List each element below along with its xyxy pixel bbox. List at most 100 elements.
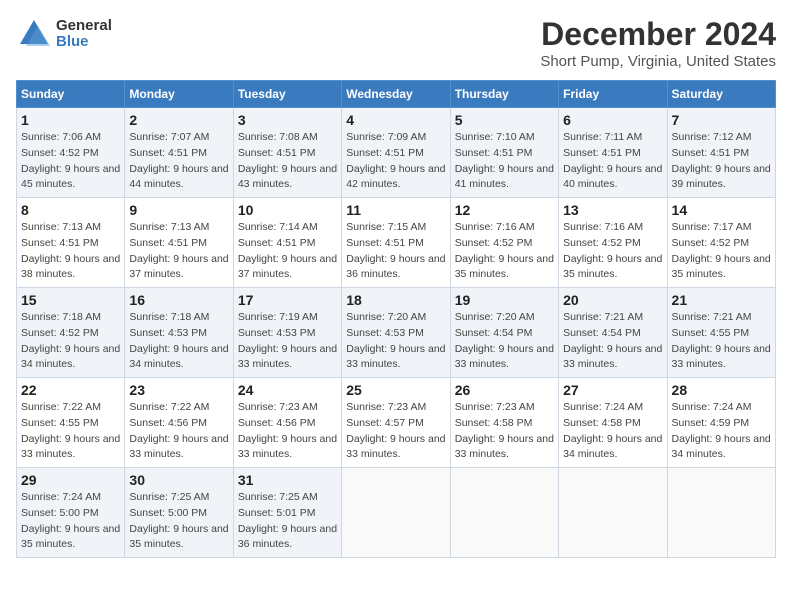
day-number: 31 <box>238 472 337 488</box>
day-number: 2 <box>129 112 228 128</box>
calendar-cell: 12Sunrise: 7:16 AMSunset: 4:52 PMDayligh… <box>450 198 558 288</box>
day-detail: Sunrise: 7:25 AMSunset: 5:00 PMDaylight:… <box>129 490 228 553</box>
day-number: 20 <box>563 292 662 308</box>
calendar-cell: 21Sunrise: 7:21 AMSunset: 4:55 PMDayligh… <box>667 288 775 378</box>
calendar-cell: 27 Sunrise: 7:24 AMSunset: 4:58 PMDayligh… <box>559 378 667 468</box>
day-header-friday: Friday <box>559 81 667 108</box>
calendar-cell: 14 Sunrise: 7:17 AMSunset: 4:52 PMDayligh… <box>667 198 775 288</box>
day-number: 11 <box>346 202 445 218</box>
logo: General Blue <box>16 16 112 52</box>
week-row-4: 22 Sunrise: 7:22 AMSunset: 4:55 PMDayligh… <box>17 378 776 468</box>
title-area: December 2024 Short Pump, Virginia, Unit… <box>540 16 776 70</box>
day-number: 26 <box>455 382 554 398</box>
week-row-5: 29Sunrise: 7:24 AMSunset: 5:00 PMDayligh… <box>17 468 776 558</box>
day-detail: Sunrise: 7:12 AMSunset: 4:51 PMDaylight:… <box>672 130 771 193</box>
calendar-cell: 28 Sunrise: 7:24 AMSunset: 4:59 PMDayligh… <box>667 378 775 468</box>
day-detail: Sunrise: 7:15 AMSunset: 4:51 PMDaylight:… <box>346 220 445 283</box>
calendar-cell: 4 Sunrise: 7:09 AMSunset: 4:51 PMDaylight… <box>342 108 450 198</box>
calendar-cell <box>559 468 667 558</box>
day-detail: Sunrise: 7:22 AMSunset: 4:56 PMDaylight:… <box>129 400 228 463</box>
day-number: 19 <box>455 292 554 308</box>
day-number: 30 <box>129 472 228 488</box>
calendar-cell: 6 Sunrise: 7:11 AMSunset: 4:51 PMDaylight… <box>559 108 667 198</box>
day-detail: Sunrise: 7:20 AMSunset: 4:53 PMDaylight:… <box>346 310 445 373</box>
day-detail: Sunrise: 7:21 AMSunset: 4:54 PMDaylight:… <box>563 310 662 373</box>
day-header-sunday: Sunday <box>17 81 125 108</box>
day-detail: Sunrise: 7:20 AMSunset: 4:54 PMDaylight:… <box>455 310 554 373</box>
day-detail: Sunrise: 7:24 AMSunset: 4:58 PMDaylight:… <box>563 400 662 463</box>
calendar-table: SundayMondayTuesdayWednesdayThursdayFrid… <box>16 80 776 558</box>
calendar-cell: 15Sunrise: 7:18 AMSunset: 4:52 PMDayligh… <box>17 288 125 378</box>
day-detail: Sunrise: 7:13 AMSunset: 4:51 PMDaylight:… <box>21 220 120 283</box>
day-number: 1 <box>21 112 120 128</box>
day-number: 6 <box>563 112 662 128</box>
calendar-cell: 11 Sunrise: 7:15 AMSunset: 4:51 PMDayligh… <box>342 198 450 288</box>
calendar-cell: 18 Sunrise: 7:20 AMSunset: 4:53 PMDayligh… <box>342 288 450 378</box>
logo-blue: Blue <box>56 34 112 51</box>
day-detail: Sunrise: 7:22 AMSunset: 4:55 PMDaylight:… <box>21 400 120 463</box>
day-number: 3 <box>238 112 337 128</box>
day-number: 4 <box>346 112 445 128</box>
week-row-3: 15Sunrise: 7:18 AMSunset: 4:52 PMDayligh… <box>17 288 776 378</box>
logo-general: General <box>56 18 112 35</box>
day-number: 14 <box>672 202 771 218</box>
day-detail: Sunrise: 7:17 AMSunset: 4:52 PMDaylight:… <box>672 220 771 283</box>
calendar-cell: 8 Sunrise: 7:13 AMSunset: 4:51 PMDaylight… <box>17 198 125 288</box>
calendar-cell: 29Sunrise: 7:24 AMSunset: 5:00 PMDayligh… <box>17 468 125 558</box>
calendar-cell: 1 Sunrise: 7:06 AMSunset: 4:52 PMDaylight… <box>17 108 125 198</box>
day-detail: Sunrise: 7:21 AMSunset: 4:55 PMDaylight:… <box>672 310 771 373</box>
logo-icon <box>16 16 52 52</box>
day-number: 22 <box>21 382 120 398</box>
day-detail: Sunrise: 7:14 AMSunset: 4:51 PMDaylight:… <box>238 220 337 283</box>
day-detail: Sunrise: 7:08 AMSunset: 4:51 PMDaylight:… <box>238 130 337 193</box>
day-detail: Sunrise: 7:24 AMSunset: 4:59 PMDaylight:… <box>672 400 771 463</box>
calendar-cell: 30 Sunrise: 7:25 AMSunset: 5:00 PMDayligh… <box>125 468 233 558</box>
subtitle: Short Pump, Virginia, United States <box>540 53 776 70</box>
calendar-cell <box>667 468 775 558</box>
day-detail: Sunrise: 7:23 AMSunset: 4:56 PMDaylight:… <box>238 400 337 463</box>
day-detail: Sunrise: 7:11 AMSunset: 4:51 PMDaylight:… <box>563 130 662 193</box>
day-header-monday: Monday <box>125 81 233 108</box>
day-detail: Sunrise: 7:23 AMSunset: 4:58 PMDaylight:… <box>455 400 554 463</box>
day-number: 28 <box>672 382 771 398</box>
calendar-cell: 31Sunrise: 7:25 AMSunset: 5:01 PMDayligh… <box>233 468 341 558</box>
day-number: 18 <box>346 292 445 308</box>
day-header-saturday: Saturday <box>667 81 775 108</box>
day-number: 7 <box>672 112 771 128</box>
day-number: 25 <box>346 382 445 398</box>
week-row-1: 1 Sunrise: 7:06 AMSunset: 4:52 PMDaylight… <box>17 108 776 198</box>
day-detail: Sunrise: 7:09 AMSunset: 4:51 PMDaylight:… <box>346 130 445 193</box>
calendar-cell: 5 Sunrise: 7:10 AMSunset: 4:51 PMDaylight… <box>450 108 558 198</box>
calendar-cell: 10Sunrise: 7:14 AMSunset: 4:51 PMDayligh… <box>233 198 341 288</box>
day-number: 8 <box>21 202 120 218</box>
calendar-cell: 17Sunrise: 7:19 AMSunset: 4:53 PMDayligh… <box>233 288 341 378</box>
day-detail: Sunrise: 7:16 AMSunset: 4:52 PMDaylight:… <box>563 220 662 283</box>
calendar-cell: 7 Sunrise: 7:12 AMSunset: 4:51 PMDaylight… <box>667 108 775 198</box>
calendar-cell: 24 Sunrise: 7:23 AMSunset: 4:56 PMDayligh… <box>233 378 341 468</box>
day-number: 5 <box>455 112 554 128</box>
day-detail: Sunrise: 7:10 AMSunset: 4:51 PMDaylight:… <box>455 130 554 193</box>
day-number: 15 <box>21 292 120 308</box>
week-row-2: 8 Sunrise: 7:13 AMSunset: 4:51 PMDaylight… <box>17 198 776 288</box>
day-number: 24 <box>238 382 337 398</box>
calendar-cell <box>450 468 558 558</box>
header: General Blue December 2024 Short Pump, V… <box>16 16 776 70</box>
day-header-wednesday: Wednesday <box>342 81 450 108</box>
main-title: December 2024 <box>540 16 776 53</box>
day-detail: Sunrise: 7:13 AMSunset: 4:51 PMDaylight:… <box>129 220 228 283</box>
day-number: 27 <box>563 382 662 398</box>
day-detail: Sunrise: 7:06 AMSunset: 4:52 PMDaylight:… <box>21 130 120 193</box>
day-detail: Sunrise: 7:23 AMSunset: 4:57 PMDaylight:… <box>346 400 445 463</box>
day-number: 13 <box>563 202 662 218</box>
day-number: 9 <box>129 202 228 218</box>
calendar-cell: 13 Sunrise: 7:16 AMSunset: 4:52 PMDayligh… <box>559 198 667 288</box>
calendar-cell: 2 Sunrise: 7:07 AMSunset: 4:51 PMDaylight… <box>125 108 233 198</box>
calendar-cell: 9 Sunrise: 7:13 AMSunset: 4:51 PMDaylight… <box>125 198 233 288</box>
day-number: 29 <box>21 472 120 488</box>
logo-text: General Blue <box>56 18 112 51</box>
day-detail: Sunrise: 7:19 AMSunset: 4:53 PMDaylight:… <box>238 310 337 373</box>
calendar-cell: 26 Sunrise: 7:23 AMSunset: 4:58 PMDayligh… <box>450 378 558 468</box>
days-header-row: SundayMondayTuesdayWednesdayThursdayFrid… <box>17 81 776 108</box>
day-detail: Sunrise: 7:07 AMSunset: 4:51 PMDaylight:… <box>129 130 228 193</box>
calendar-cell: 19 Sunrise: 7:20 AMSunset: 4:54 PMDayligh… <box>450 288 558 378</box>
